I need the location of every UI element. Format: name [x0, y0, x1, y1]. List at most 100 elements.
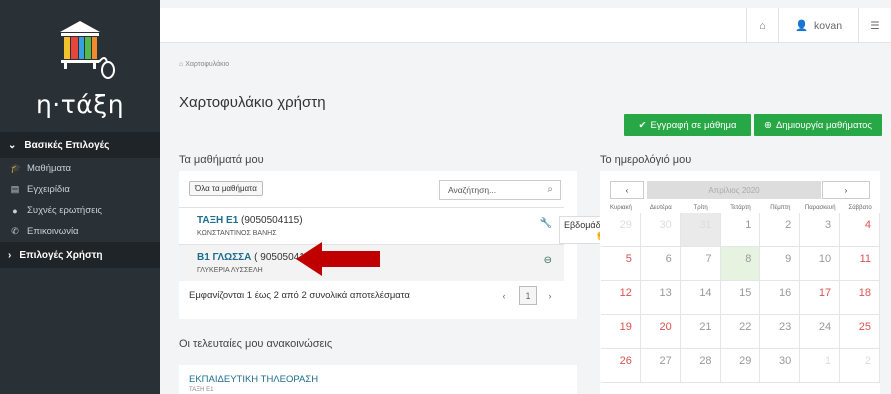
- announcements-title: Οι τελευταίες μου ανακοινώσεις: [179, 338, 333, 350]
- book-icon: ▤: [10, 184, 20, 194]
- button-label: Εγγραφή σε μάθημα: [650, 119, 737, 131]
- calendar-day[interactable]: 17: [800, 281, 841, 315]
- current-page-button[interactable]: 1: [519, 286, 537, 305]
- search-placeholder: Αναζήτηση...: [448, 185, 497, 195]
- next-page-button[interactable]: ›: [545, 286, 555, 305]
- plus-circle-icon: ⊕: [763, 119, 772, 131]
- button-label: Δημιουργία μαθήματος: [775, 119, 873, 131]
- course-name[interactable]: ΤΑΞΗ Ε1 (9050504115): [197, 215, 303, 226]
- settings-button[interactable]: ☰: [858, 8, 891, 43]
- minus-circle-icon[interactable]: ⊖: [544, 255, 552, 266]
- calendar-day[interactable]: 20: [640, 315, 681, 349]
- sliders-icon: ☰: [870, 19, 880, 32]
- announcement-course: ΤΑΞΗ Ε1: [189, 387, 214, 393]
- sidebar-item-courses[interactable]: 🎓 Μαθήματα: [0, 158, 160, 179]
- sidebar-item-label: Εγχειρίδια: [27, 184, 70, 195]
- red-arrow-annotation: [296, 242, 380, 276]
- sidebar-section-label: Βασικές Επιλογές: [24, 139, 110, 151]
- calendar-day[interactable]: 24: [800, 315, 841, 349]
- calendar-day[interactable]: 9: [760, 247, 801, 281]
- school-logo-icon: [60, 21, 115, 79]
- announcements-panel: ΕΚΠΑΙΔΕΥΤΙΚΗ ΤΗΛΕΟΡΑΣΗ ΤΑΞΗ Ε1: [179, 365, 577, 394]
- calendar-day[interactable]: 28: [680, 349, 721, 383]
- register-course-button[interactable]: ✔ Εγγραφή σε μάθημα: [624, 114, 751, 136]
- calendar-day[interactable]: 31: [680, 213, 721, 247]
- prev-page-button[interactable]: ‹: [499, 286, 509, 305]
- announcement-link[interactable]: ΕΚΠΑΙΔΕΥΤΙΚΗ ΤΗΛΕΟΡΑΣΗ: [189, 374, 318, 385]
- course-teacher: ΓΛΥΚΕΡΙΑ ΛΥΣΣΕΛΗ: [197, 267, 263, 274]
- calendar: ‹ Απρίλιος 2020 › Κυριακή Δευτέρα Τρίτη …: [600, 171, 880, 394]
- calendar-day[interactable]: 16: [760, 281, 801, 315]
- sidebar-item-manuals[interactable]: ▤ Εγχειρίδια: [0, 179, 160, 200]
- wrench-icon[interactable]: 🔧: [540, 218, 552, 229]
- calendar-prev-button[interactable]: ‹: [610, 181, 644, 199]
- question-icon: ●: [12, 205, 18, 216]
- calendar-day[interactable]: 6: [640, 247, 681, 281]
- breadcrumb-label: Χαρτοφυλάκιο: [185, 61, 230, 68]
- calendar-day[interactable]: 22: [720, 315, 761, 349]
- calendar-next-button[interactable]: ›: [822, 181, 870, 199]
- calendar-day[interactable]: 7: [680, 247, 721, 281]
- calendar-day[interactable]: 23: [760, 315, 801, 349]
- calendar-day[interactable]: 5: [601, 247, 641, 281]
- calendar-day[interactable]: 4: [840, 213, 880, 247]
- course-teacher: ΚΩΝΣΤΑΝΤΙΝΟΣ ΒΑΝΗΣ: [197, 230, 277, 237]
- calendar-day[interactable]: 14: [680, 281, 721, 315]
- sidebar-item-contact[interactable]: ✆ Επικοινωνία: [0, 221, 160, 242]
- create-course-button[interactable]: ⊕ Δημιουργία μαθήματος: [754, 114, 882, 136]
- calendar-day[interactable]: 15: [720, 281, 761, 315]
- all-courses-button[interactable]: Όλα τα μαθήματα: [189, 181, 263, 196]
- calendar-grid: 29 30 31 1 2 3 4 5 6 7 8 9 10 11 12 13 1…: [601, 213, 880, 383]
- calendar-day[interactable]: 29: [601, 213, 641, 247]
- calendar-day[interactable]: 12: [601, 281, 641, 315]
- user-menu[interactable]: 👤 kovan: [778, 8, 858, 43]
- calendar-day[interactable]: 27: [640, 349, 681, 383]
- calendar-day[interactable]: 1: [720, 213, 761, 247]
- calendar-day[interactable]: 10: [800, 247, 841, 281]
- calendar-title: Το ημερολόγιό μου: [600, 154, 692, 166]
- top-bar: ⌂ 👤 kovan ☰: [160, 8, 891, 43]
- calendar-day[interactable]: 26: [601, 349, 641, 383]
- course-title: ΤΑΞΗ Ε1: [197, 215, 239, 226]
- sidebar-section-label: Επιλογές Χρήστη: [19, 249, 103, 261]
- logo[interactable]: η·τάξη: [0, 0, 160, 132]
- pagination-info: Εμφανίζονται 1 έως 2 από 2 συνολικά αποτ…: [189, 290, 410, 301]
- course-row[interactable]: ΤΑΞΗ Ε1 (9050504115) ΚΩΝΣΤΑΝΤΙΝΟΣ ΒΑΝΗΣ …: [179, 207, 564, 244]
- calendar-day[interactable]: 11: [840, 247, 880, 281]
- calendar-day[interactable]: 3: [800, 213, 841, 247]
- chevron-right-icon: ›: [8, 249, 12, 261]
- calendar-day[interactable]: 1: [800, 349, 841, 383]
- chevron-down-icon: ⌄: [8, 139, 17, 151]
- sidebar-section-main[interactable]: ⌄ Βασικές Επιλογές: [0, 132, 160, 158]
- calendar-weekdays: Κυριακή Δευτέρα Τρίτη Τετάρτη Πέμπτη Παρ…: [601, 205, 880, 211]
- home-icon: ⌂: [759, 19, 766, 32]
- calendar-day[interactable]: 18: [840, 281, 880, 315]
- search-icon: ⌕: [547, 184, 553, 195]
- weekday-label: Σάββατο: [848, 205, 872, 211]
- weekday-label: Παρασκευή: [804, 205, 836, 211]
- course-title: Β1 ΓΛΩΣΣΑ: [197, 252, 252, 263]
- weekday-label: Κυριακή: [610, 205, 632, 211]
- my-courses-title: Τα μαθήματά μου: [179, 154, 264, 166]
- graduation-cap-icon: 🎓: [10, 163, 22, 173]
- sidebar-item-faq[interactable]: ● Συχνές ερωτήσεις: [0, 200, 160, 221]
- calendar-day[interactable]: 2: [840, 349, 880, 383]
- calendar-day[interactable]: 13: [640, 281, 681, 315]
- sidebar-item-label: Επικοινωνία: [27, 226, 79, 237]
- home-button[interactable]: ⌂: [746, 8, 778, 43]
- calendar-day[interactable]: 30: [760, 349, 801, 383]
- calendar-day[interactable]: 2: [760, 213, 801, 247]
- search-input[interactable]: Αναζήτηση... ⌕: [439, 180, 561, 200]
- calendar-day[interactable]: 19: [601, 315, 641, 349]
- calendar-day[interactable]: 25: [840, 315, 880, 349]
- username: kovan: [814, 19, 843, 32]
- sidebar: η·τάξη ⌄ Βασικές Επιλογές 🎓 Μαθήματα ▤ Ε…: [0, 0, 160, 394]
- calendar-day[interactable]: 21: [680, 315, 721, 349]
- calendar-day-today[interactable]: 8: [720, 247, 761, 281]
- breadcrumb[interactable]: ⌂ Χαρτοφυλάκιο: [179, 61, 229, 68]
- sidebar-item-label: Μαθήματα: [27, 163, 72, 174]
- calendar-day[interactable]: 29: [720, 349, 761, 383]
- sidebar-section-user[interactable]: › Επιλογές Χρήστη: [0, 242, 160, 268]
- calendar-day[interactable]: 30: [640, 213, 681, 247]
- sidebar-item-label: Συχνές ερωτήσεις: [27, 205, 103, 216]
